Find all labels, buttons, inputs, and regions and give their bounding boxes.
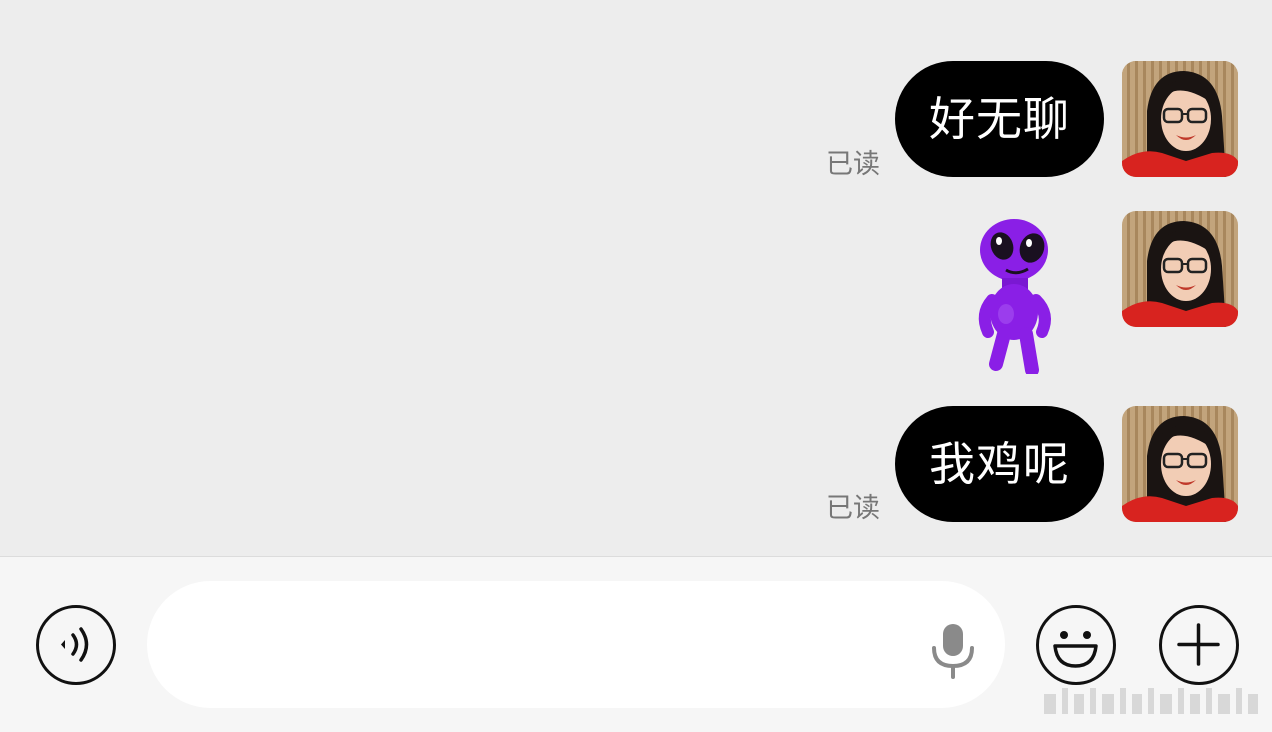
message-bubble[interactable]: 我鸡呢 — [895, 406, 1104, 522]
plus-icon — [1177, 623, 1220, 666]
microphone-icon — [932, 624, 974, 679]
read-status: 已读 — [826, 149, 880, 180]
alien-sticker[interactable] — [972, 214, 1064, 377]
emoji-button[interactable] — [1036, 605, 1116, 685]
user-avatar[interactable] — [1122, 211, 1238, 327]
chat-area: 已读 好无聊 已读 我鸡呢 — [0, 0, 1272, 556]
more-button[interactable] — [1159, 605, 1239, 685]
voice-mode-button[interactable] — [36, 605, 116, 685]
message-bubble[interactable]: 好无聊 — [895, 61, 1104, 177]
emoji-smile-icon — [1053, 631, 1098, 668]
message-input[interactable] — [147, 581, 1005, 708]
voice-mode-icon — [61, 627, 89, 662]
read-status: 已读 — [826, 493, 880, 524]
user-avatar[interactable] — [1122, 406, 1238, 522]
watermark-mark — [1044, 688, 1258, 714]
user-avatar[interactable] — [1122, 61, 1238, 177]
microphone-button[interactable] — [928, 622, 978, 684]
